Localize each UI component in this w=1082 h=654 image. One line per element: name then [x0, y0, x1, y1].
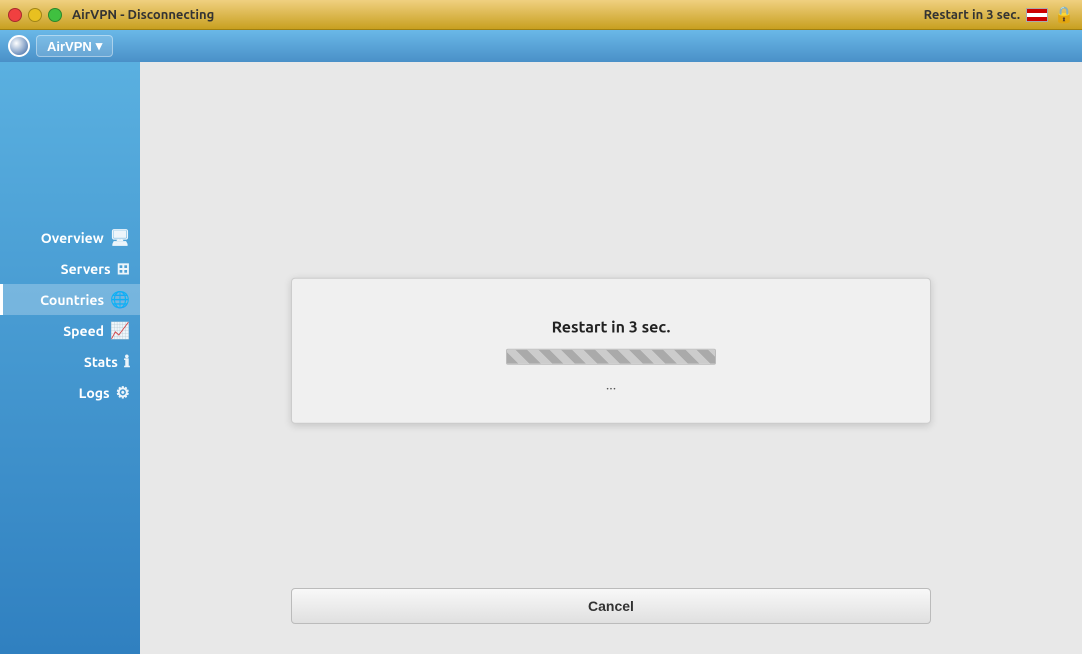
nav-icon-servers: ⊞	[117, 259, 130, 278]
nav-icon-speed: 📈	[110, 321, 130, 340]
nav-label-servers: Servers	[61, 261, 111, 277]
main-layout: Overview 🖥 Servers ⊞ Countries 🌐 Speed 📈…	[0, 62, 1082, 654]
nav-icon-overview: 🖥	[110, 228, 130, 247]
progress-bar-container	[506, 349, 716, 365]
nav-label-logs: Logs	[79, 385, 110, 401]
cancel-area: Cancel	[291, 568, 931, 624]
sidebar-item-overview[interactable]: Overview 🖥	[0, 222, 140, 253]
sidebar: Overview 🖥 Servers ⊞ Countries 🌐 Speed 📈…	[0, 62, 140, 654]
window-title: AirVPN - Disconnecting	[72, 8, 214, 22]
cancel-button[interactable]: Cancel	[291, 588, 931, 624]
airvpn-menu-button[interactable]: AirVPN ▾	[36, 35, 113, 57]
nav-label-stats: Stats	[84, 354, 118, 370]
close-button[interactable]	[8, 8, 22, 22]
restart-message: Restart in 3 sec.	[552, 319, 671, 337]
sidebar-item-logs[interactable]: Logs ⚙	[0, 377, 140, 408]
menubar: AirVPN ▾	[0, 30, 1082, 62]
minimize-button[interactable]	[28, 8, 42, 22]
progress-bar	[507, 350, 715, 364]
nav-icon-logs: ⚙	[116, 383, 130, 402]
country-flag-austria	[1026, 8, 1048, 22]
status-dots: ...	[606, 377, 616, 393]
menu-label: AirVPN	[47, 39, 92, 54]
restart-dialog: Restart in 3 sec. ...	[291, 278, 931, 424]
titlebar: AirVPN - Disconnecting Restart in 3 sec.…	[0, 0, 1082, 30]
sidebar-item-stats[interactable]: Stats ℹ	[0, 346, 140, 377]
sidebar-item-speed[interactable]: Speed 📈	[0, 315, 140, 346]
lock-icon: 🔒	[1054, 5, 1074, 24]
maximize-button[interactable]	[48, 8, 62, 22]
sidebar-item-countries[interactable]: Countries 🌐	[0, 284, 140, 315]
chevron-down-icon: ▾	[96, 38, 103, 54]
airvpn-logo	[8, 35, 30, 57]
restart-status-text: Restart in 3 sec.	[924, 8, 1021, 22]
nav-label-countries: Countries	[40, 292, 104, 308]
nav-icon-countries: 🌐	[110, 290, 130, 309]
titlebar-controls: AirVPN - Disconnecting	[8, 8, 214, 22]
sidebar-item-servers[interactable]: Servers ⊞	[0, 253, 140, 284]
content-area: Restart in 3 sec. ... Cancel	[140, 62, 1082, 654]
titlebar-status: Restart in 3 sec. 🔒	[924, 5, 1074, 24]
nav-label-speed: Speed	[63, 323, 104, 339]
nav-icon-stats: ℹ	[124, 352, 130, 371]
nav-label-overview: Overview	[41, 230, 104, 246]
